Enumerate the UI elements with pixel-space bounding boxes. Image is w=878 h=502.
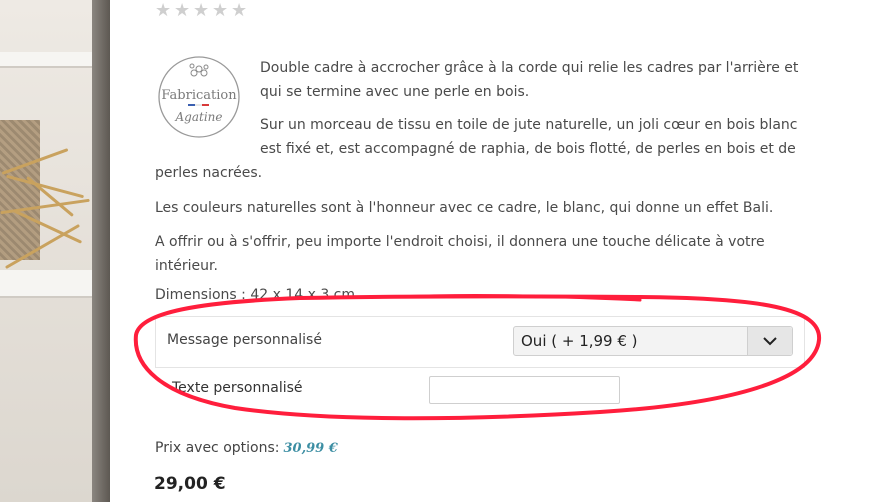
frame-edge <box>92 0 110 502</box>
product-photo <box>0 0 110 502</box>
jute-fabric <box>0 120 40 260</box>
rating-stars[interactable]: ★ ★ ★ ★ ★ <box>155 2 248 20</box>
custom-text-input[interactable] <box>429 376 620 404</box>
message-option-select[interactable]: Oui ( + 1,99 € ) <box>513 326 793 356</box>
svg-text:Agatine: Agatine <box>175 110 223 124</box>
select-value: Oui ( + 1,99 € ) <box>521 332 638 350</box>
frame-bar <box>0 270 92 298</box>
description-paragraph: perles nacrées. <box>155 165 263 181</box>
description-paragraph: A offrir ou à s'offrir, peu importe l'en… <box>155 234 765 274</box>
price-with-options-label: Prix avec options: <box>155 440 280 456</box>
svg-text:Fabrication: Fabrication <box>161 88 237 103</box>
description-paragraph: Double cadre à accrocher grâce à la cord… <box>260 60 799 100</box>
custom-text-label: Texte personnalisé <box>172 380 303 396</box>
message-option-label: Message personnalisé <box>167 332 322 348</box>
description-paragraph: Les couleurs naturelles sont à l'honneur… <box>155 200 774 216</box>
star-icon[interactable]: ★ <box>212 2 229 20</box>
star-icon[interactable]: ★ <box>193 2 210 20</box>
frame-bar <box>0 52 92 68</box>
product-price: 29,00 € <box>154 474 226 494</box>
price-with-options: Prix avec options: 30,99 € <box>155 440 338 456</box>
dimensions-text: Dimensions : 42 x 14 x 3 cm <box>155 287 356 303</box>
description-paragraph: Sur un morceau de tissu en toile de jute… <box>260 117 798 157</box>
star-icon[interactable]: ★ <box>155 2 172 20</box>
fabrication-agatine-logo: Fabrication Agatine <box>157 55 241 139</box>
custom-message-option: Message personnalisé Oui ( + 1,99 € ) <box>155 316 805 368</box>
price-with-options-value: 30,99 € <box>283 441 338 456</box>
star-icon[interactable]: ★ <box>231 2 248 20</box>
star-icon[interactable]: ★ <box>174 2 191 20</box>
chevron-down-icon[interactable] <box>747 327 792 355</box>
